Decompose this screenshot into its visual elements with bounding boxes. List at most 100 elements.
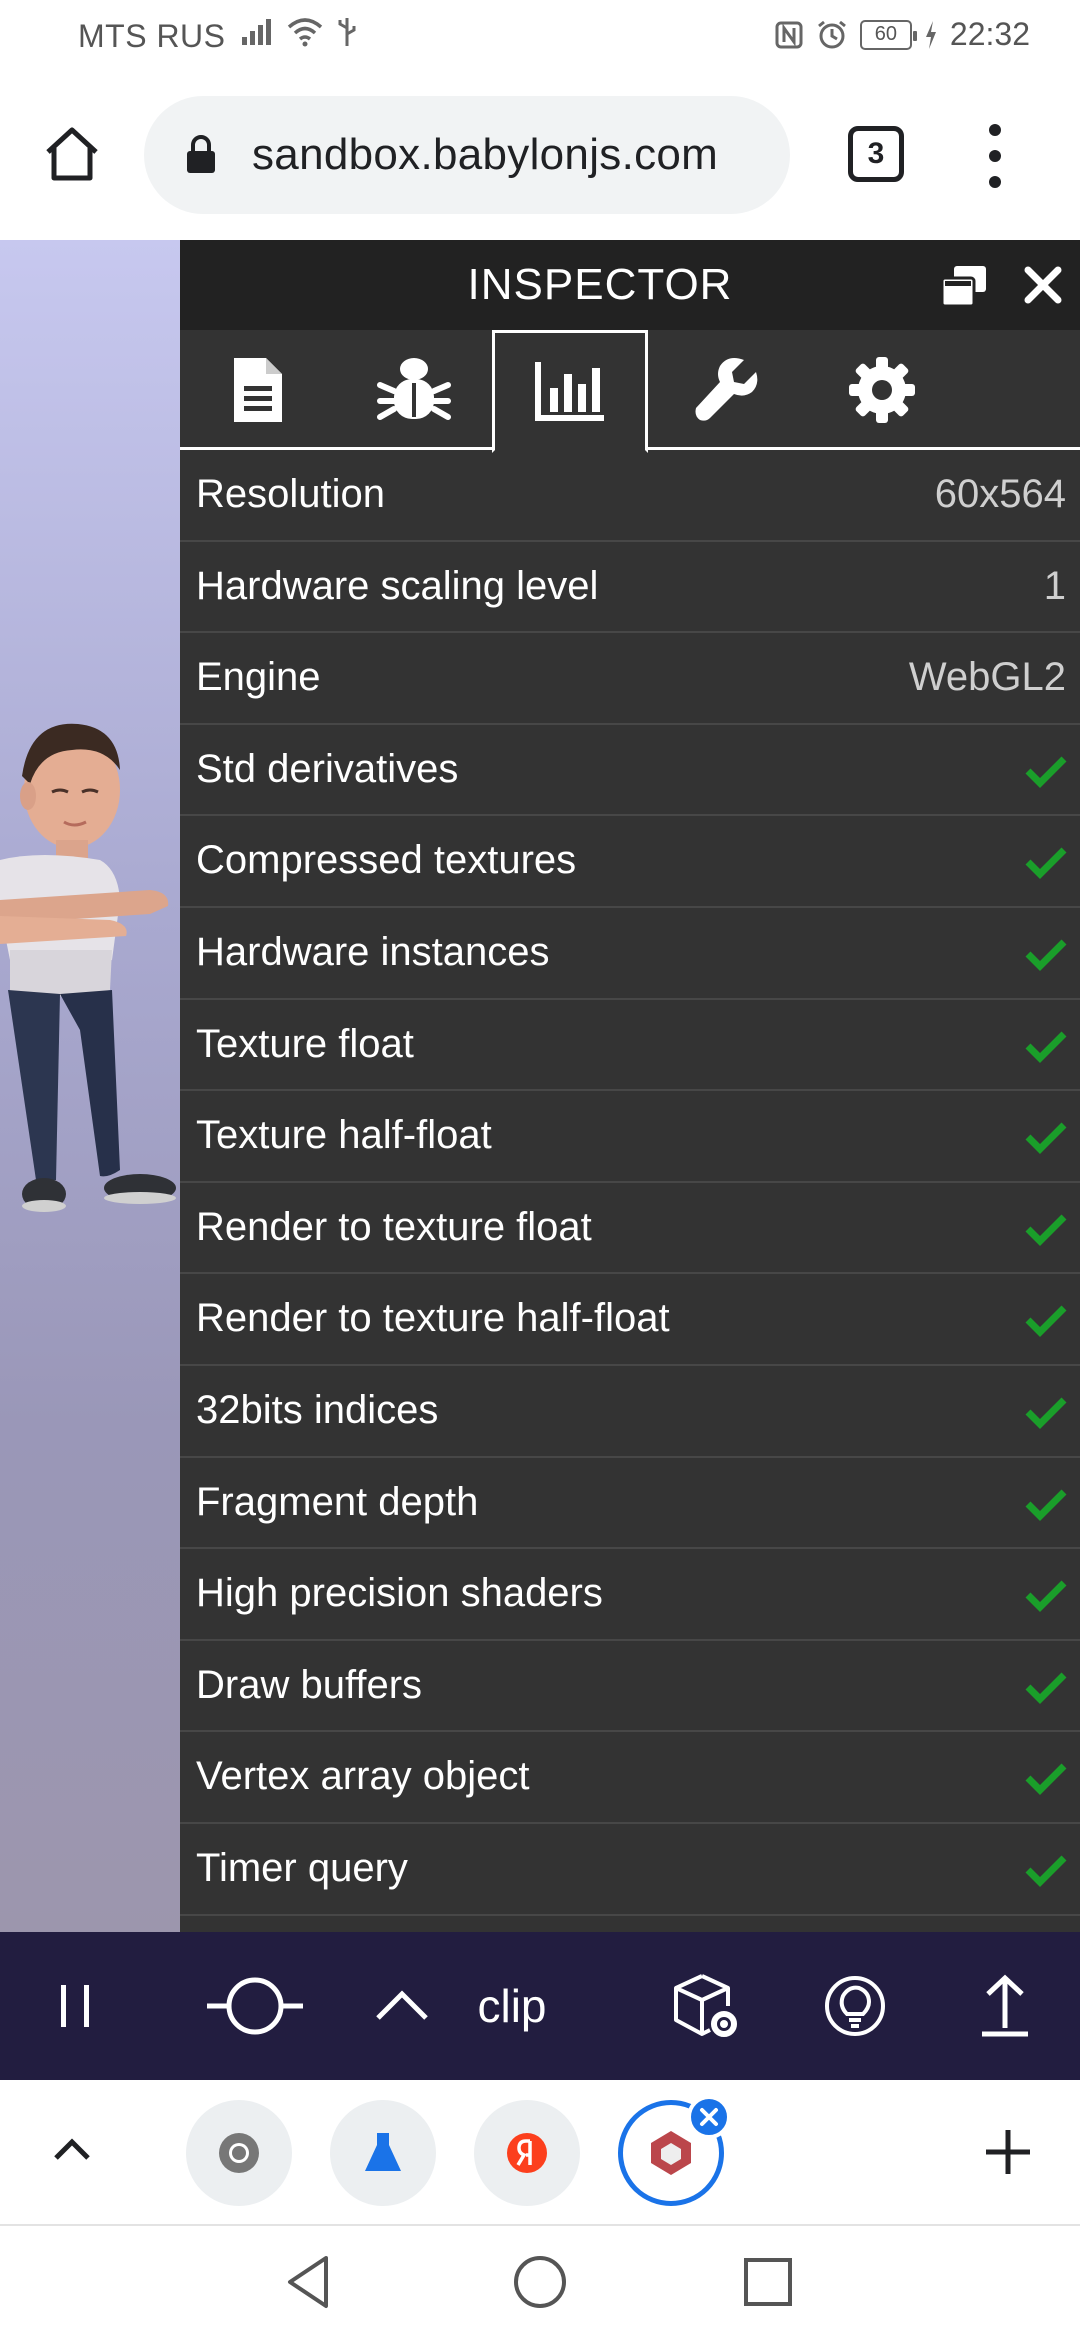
capability-row: Timer query: [180, 1824, 1080, 1916]
tab-thumb-babylon[interactable]: [618, 2095, 731, 2206]
tab-debug[interactable]: [336, 330, 492, 450]
animation-select[interactable]: clip: [472, 1932, 552, 2080]
tab-switcher-button[interactable]: 3: [848, 126, 904, 182]
url-text[interactable]: sandbox.babylonjs.com: [252, 130, 718, 180]
capability-label: Fragment depth: [196, 1479, 479, 1524]
check-icon: [1025, 847, 1067, 880]
animation-name: clip: [477, 1980, 547, 2032]
tab-properties[interactable]: [180, 330, 336, 450]
animation-picker-toggle[interactable]: [372, 1932, 432, 2080]
environment-button[interactable]: [668, 1932, 742, 2080]
close-icon: [700, 2108, 718, 2126]
check-icon: [1025, 1397, 1067, 1429]
battery-indicator: 60: [859, 19, 917, 50]
statistics-icon: [535, 361, 604, 421]
capability-row: Texture float: [180, 1000, 1080, 1092]
tab-thumb-yandex[interactable]: [474, 2100, 580, 2206]
wifi-icon: [287, 18, 323, 47]
capability-label: Std derivatives: [196, 746, 459, 791]
home-icon[interactable]: [40, 122, 104, 186]
signal-icon: [242, 19, 271, 45]
capability-label: High precision shaders: [196, 1571, 603, 1616]
plus-icon[interactable]: [980, 2124, 1036, 2180]
inspector-panel: INSPECTOR Resolution 60x564 Hardware sca…: [180, 240, 1080, 1932]
capability-label: Texture half-float: [196, 1113, 492, 1158]
status-right-icons: 60 22:32: [774, 16, 1030, 53]
chevron-up-icon: [376, 1990, 428, 2020]
wrench-icon: [695, 358, 758, 421]
usb-icon: [338, 18, 356, 46]
chevron-up-icon[interactable]: [48, 2126, 96, 2174]
back-icon[interactable]: [280, 2252, 340, 2312]
chrome-icon: [219, 2133, 259, 2173]
capability-label: Texture float: [196, 1021, 414, 1066]
timeline-slider[interactable]: [200, 1932, 310, 2080]
more-vert-icon[interactable]: [980, 124, 1010, 188]
inspector-tabs: [180, 330, 1080, 453]
inspector-header: INSPECTOR: [180, 240, 1080, 330]
flask-icon: [365, 2133, 401, 2171]
document-icon: [234, 358, 282, 422]
capability-label: Hardware instances: [196, 929, 550, 974]
check-icon: [1025, 756, 1067, 788]
check-icon: [1025, 1122, 1067, 1155]
gear-icon: [849, 357, 915, 423]
recents-icon[interactable]: [738, 2252, 798, 2312]
tab-settings[interactable]: [804, 330, 960, 450]
check-icon: [1025, 1855, 1067, 1887]
carrier-name: MTS RUS: [78, 18, 226, 54]
capability-row: Vertex array object: [180, 1732, 1080, 1824]
capability-row: Hardware instances: [180, 908, 1080, 1000]
check-icon: [1025, 1672, 1067, 1704]
lock-icon: [187, 135, 215, 173]
capability-label: Resolution: [196, 472, 386, 516]
timeline-icon: [207, 1977, 303, 2035]
capability-row: Compressed textures: [180, 816, 1080, 908]
capability-row: Fragment depth: [180, 1458, 1080, 1550]
tab-statistics[interactable]: [492, 330, 648, 453]
tab-thumb-chrome[interactable]: [186, 2100, 292, 2206]
check-icon: [1025, 1489, 1067, 1521]
canvas-viewport[interactable]: INSPECTOR Resolution 60x564 Hardware sca…: [0, 240, 1080, 1932]
alarm-icon: [817, 20, 846, 48]
capability-row: Texture half-float: [180, 1091, 1080, 1183]
home-icon[interactable]: [510, 2252, 570, 2312]
status-bar: MTS RUS 60 22:32: [0, 0, 1080, 72]
url-bar[interactable]: sandbox.babylonjs.com: [144, 96, 790, 214]
capability-row: Hardware scaling level 1: [180, 542, 1080, 634]
check-icon: [1025, 1214, 1067, 1246]
close-icon[interactable]: [1022, 264, 1064, 306]
capability-label: Vertex array object: [196, 1754, 530, 1799]
capability-label: Engine: [196, 655, 321, 700]
babylon-icon: [651, 2131, 691, 2175]
check-icon: [1025, 1763, 1067, 1796]
capability-row: Draw buffers: [180, 1641, 1080, 1733]
capability-value: WebGL2: [908, 655, 1066, 700]
capability-label: 32bits indices: [196, 1387, 439, 1432]
check-icon: [1025, 1580, 1067, 1613]
capability-row: Render to texture float: [180, 1183, 1080, 1275]
bug-icon: [377, 358, 451, 420]
capability-row: Resolution 60x564: [180, 450, 1080, 542]
capability-label: Timer query: [196, 1845, 408, 1890]
tab-thumb-lab[interactable]: [330, 2100, 436, 2206]
inspector-title: INSPECTOR: [467, 260, 733, 309]
inspector-toggle-button[interactable]: [820, 1932, 890, 2080]
capability-value: 60x564: [934, 472, 1066, 516]
check-icon: [1025, 939, 1067, 971]
pause-button[interactable]: [40, 1932, 110, 2080]
capability-label: Render to texture float: [196, 1204, 592, 1249]
yandex-icon: [507, 2133, 547, 2173]
charging-icon: [925, 20, 936, 49]
close-tab-button[interactable]: [687, 2095, 731, 2139]
check-icon: [1025, 1031, 1067, 1063]
popout-icon[interactable]: [940, 264, 988, 308]
capability-value: 1: [1043, 563, 1066, 608]
capability-row: High precision shaders: [180, 1549, 1080, 1641]
check-icon: [1025, 1305, 1067, 1338]
tab-tools[interactable]: [648, 330, 804, 450]
status-left-icons: [240, 16, 358, 48]
character-model: [0, 723, 176, 1212]
upload-button[interactable]: [972, 1932, 1038, 2080]
nfc-icon: [775, 21, 803, 48]
